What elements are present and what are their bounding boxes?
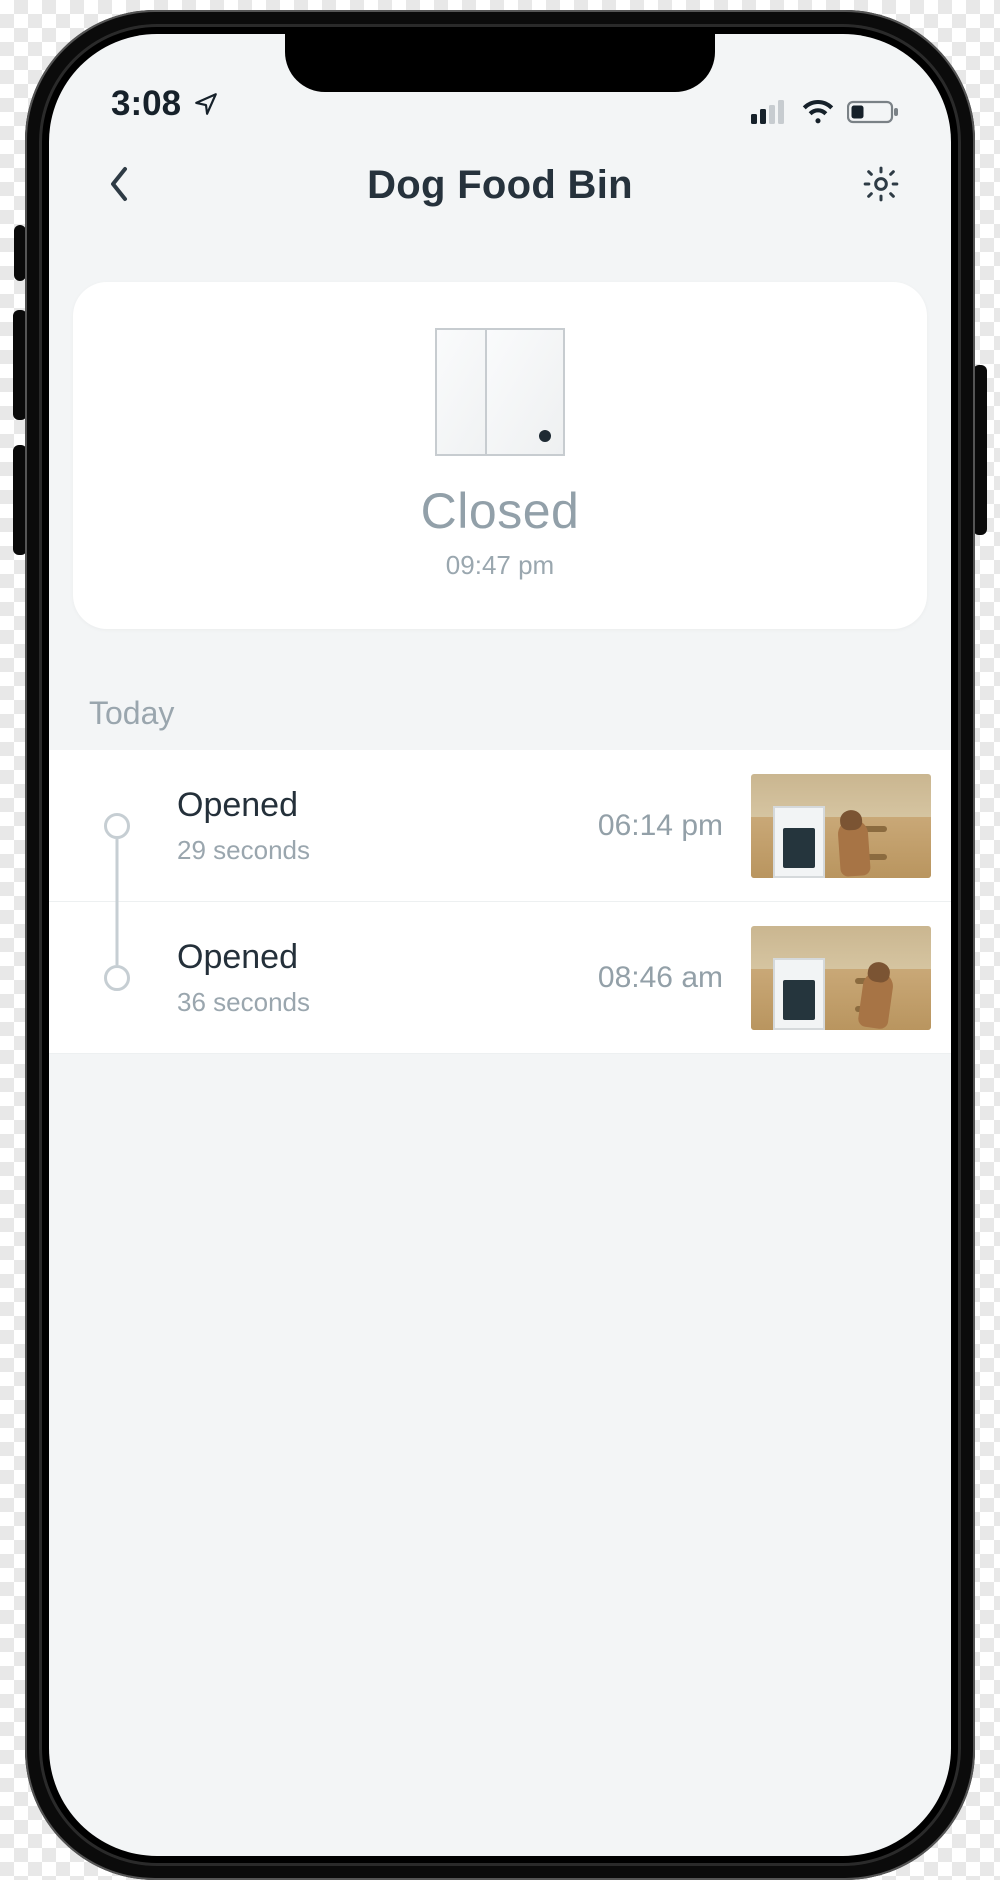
event-title: Opened [177,938,598,977]
back-button[interactable] [93,159,145,211]
timeline-marker [93,902,141,1053]
history-section-label: Today [89,695,951,732]
event-duration: 36 seconds [177,987,598,1018]
event-time: 08:46 am [598,961,723,995]
settings-button[interactable] [855,159,907,211]
event-time: 06:14 pm [598,809,723,843]
battery-icon [847,100,901,124]
history-row[interactable]: Opened 29 seconds 06:14 pm [49,750,951,902]
device-state-label: Closed [73,482,927,540]
device-status-card: Closed 09:47 pm [73,282,927,629]
nav-header: Dog Food Bin [49,130,951,240]
cellular-signal-icon [751,100,789,124]
gear-icon [861,164,901,207]
event-title: Opened [177,786,598,825]
phone-notch [285,34,715,92]
event-duration: 29 seconds [177,835,598,866]
wifi-icon [801,100,835,124]
event-thumbnail[interactable] [751,926,931,1030]
timeline-marker [93,750,141,901]
phone-frame: 3:08 [25,10,975,1880]
location-services-icon [193,91,219,117]
phone-power-button [973,365,987,535]
history-list: Opened 29 seconds 06:14 pm [49,750,951,1054]
history-row[interactable]: Opened 36 seconds 08:46 am [49,902,951,1054]
status-time: 3:08 [111,84,181,124]
device-state-time: 09:47 pm [73,550,927,581]
event-thumbnail[interactable] [751,774,931,878]
contact-sensor-icon [435,328,565,456]
chevron-left-icon [107,165,131,206]
page-title: Dog Food Bin [367,163,633,208]
